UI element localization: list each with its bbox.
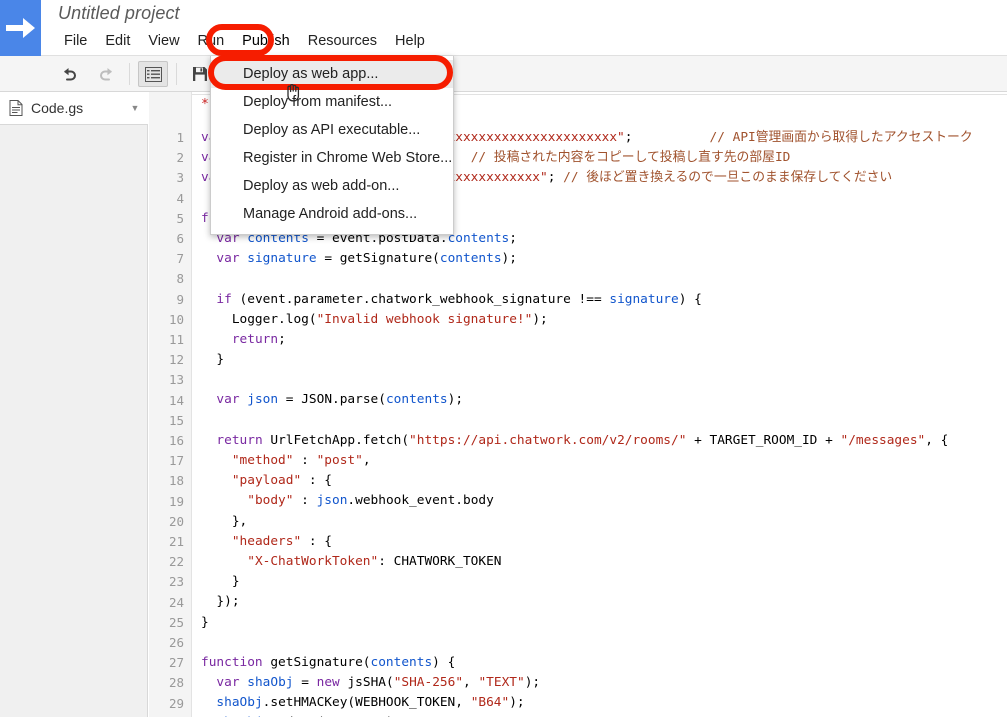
file-name-label: Code.gs (31, 100, 84, 116)
line-number: 3 (176, 170, 184, 186)
menu-resources[interactable]: Resources (299, 31, 386, 51)
code-line: "X-ChatWorkToken": CHATWORK_TOKEN (247, 553, 502, 569)
line-number: 2 (176, 150, 184, 166)
line-number: 7 (176, 251, 184, 267)
undo-icon (64, 68, 76, 81)
toolbar-divider-2 (176, 63, 177, 85)
line-number: 22 (168, 554, 184, 570)
code-line: "body" : json.webhook_event.body (247, 493, 494, 509)
line-number: 5 (176, 210, 184, 226)
line-number: 9 (176, 291, 184, 307)
redo-button[interactable] (91, 61, 121, 87)
line-number: 18 (168, 473, 184, 489)
undo-button[interactable] (55, 61, 85, 87)
menu-bar: File Edit View Run Publish Resources Hel… (55, 29, 434, 53)
file-sidebar: Code.gs ▼ (0, 92, 148, 717)
arrow-right-icon (6, 18, 35, 38)
line-number: 15 (168, 412, 184, 428)
line-number: 6 (176, 231, 184, 247)
publish-dropdown-menu[interactable]: Deploy as web app... Deploy from manifes… (210, 56, 454, 235)
code-line: "method" : "post", (231, 453, 371, 468)
code-line: shaObj.setHMACKey(WEBHOOK_TOKEN, "B64"); (216, 695, 525, 711)
line-number: 14 (168, 392, 184, 408)
code-line: var shaObj = new jsSHA("SHA-256", "TEXT"… (216, 675, 541, 691)
menu-run[interactable]: Run (189, 31, 234, 51)
line-number: 24 (168, 594, 184, 610)
line-number: 1 (176, 130, 184, 145)
menu-view[interactable]: View (139, 31, 188, 51)
code-line: } (201, 352, 225, 368)
indent-icon (144, 66, 162, 82)
menu-item-deploy-from-manifest[interactable]: Deploy from manifest... (211, 88, 453, 116)
menu-item-manage-android-add-ons[interactable]: Manage Android add-ons... (211, 200, 453, 228)
project-title[interactable]: Untitled project (58, 3, 180, 24)
line-number: 8 (176, 271, 184, 287)
line-number: 20 (168, 513, 184, 529)
file-icon (9, 100, 23, 116)
line-number: 27 (168, 655, 184, 671)
menu-item-deploy-as-web-add-on[interactable]: Deploy as web add-on... (211, 172, 453, 200)
line-number: 21 (168, 534, 184, 550)
code-line: var json = JSON.parse(contents); (216, 392, 464, 408)
menu-item-deploy-as-api-executable[interactable]: Deploy as API executable... (211, 116, 453, 144)
line-number: 10 (168, 311, 184, 327)
code-line: shaObj.update(contents); (201, 713, 973, 717)
line-number: 16 (168, 433, 184, 449)
line-number: 12 (168, 352, 184, 368)
code-line: if (event.parameter.chatwork_webhook_sig… (216, 291, 702, 307)
code-line: } (201, 574, 240, 590)
toolbar (0, 56, 1007, 92)
line-number: 25 (168, 614, 184, 630)
menu-help[interactable]: Help (386, 31, 434, 51)
line-number-column: 1 2 3 4 5 6 7 8 9 10 11 12 13 14 15 16 17 18 19 20 21 22 23 24 2… (149, 128, 192, 717)
code-line: "payload" : { (231, 473, 332, 489)
code-line: }); (201, 594, 240, 610)
menu-edit[interactable]: Edit (96, 31, 139, 51)
toggle-sidebar-button[interactable] (138, 61, 168, 87)
line-number: 19 (168, 493, 184, 509)
line-number: 11 (168, 332, 184, 348)
code-line: } (201, 614, 209, 630)
code-line: return UrlFetchApp.fetch("https://api.ch… (216, 432, 949, 448)
sidebar-item-code-gs[interactable]: Code.gs ▼ (0, 92, 148, 125)
line-number: 23 (168, 574, 184, 590)
line-number: 17 (168, 453, 184, 469)
line-number: 26 (168, 635, 184, 651)
code-line: function getSignature(contents) { (201, 654, 456, 670)
apps-script-editor-window: Untitled project File Edit View Run Publ… (0, 0, 1007, 717)
apps-script-logo (0, 0, 41, 56)
line-number: 13 (168, 372, 184, 388)
menu-publish[interactable]: Publish (233, 31, 299, 51)
toolbar-divider-1 (129, 63, 130, 85)
line-number: 4 (176, 190, 184, 206)
chevron-down-icon[interactable]: ▼ (126, 103, 144, 113)
app-header: Untitled project File Edit View Run Publ… (0, 0, 1007, 56)
menu-item-deploy-as-web-app[interactable]: Deploy as web app... (211, 60, 453, 88)
code-line: }, (201, 513, 248, 529)
code-line: "headers" : { (231, 533, 332, 549)
redo-icon (100, 68, 112, 81)
line-number: 29 (168, 695, 184, 711)
menu-file[interactable]: File (55, 31, 96, 51)
code-line: return; (231, 331, 286, 347)
code-line: Logger.log("Invalid webhook signature!")… (201, 311, 548, 327)
line-number: 28 (168, 675, 184, 691)
menu-item-register-in-chrome-web-store[interactable]: Register in Chrome Web Store... (211, 144, 453, 172)
save-icon (193, 67, 207, 81)
code-line: var signature = getSignature(contents); (216, 251, 517, 267)
